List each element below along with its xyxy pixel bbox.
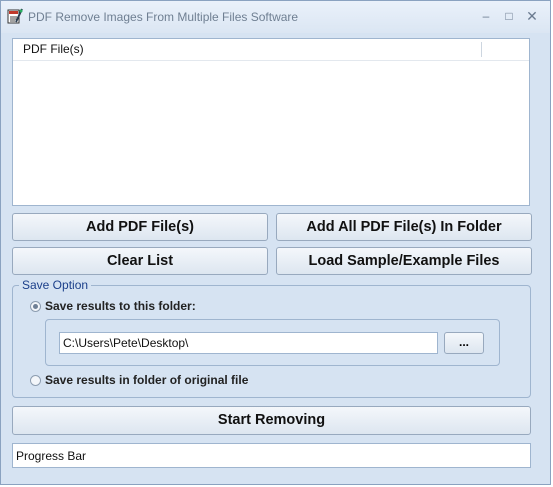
save-original-folder-radio[interactable] <box>30 375 41 386</box>
save-option-label: Save Option <box>19 278 92 292</box>
load-sample-button[interactable]: Load Sample/Example Files <box>276 247 532 275</box>
save-original-folder-label[interactable]: Save results in folder of original file <box>45 373 248 387</box>
title-bar[interactable]: PDF Remove Images From Multiple Files So… <box>1 1 550 33</box>
start-removing-button[interactable]: Start Removing <box>12 406 531 435</box>
add-all-folder-button[interactable]: Add All PDF File(s) In Folder <box>276 213 532 241</box>
progress-bar: Progress Bar <box>12 443 531 468</box>
column-separator[interactable] <box>481 42 482 57</box>
add-pdf-files-button[interactable]: Add PDF File(s) <box>12 213 268 241</box>
pdf-file-list[interactable]: PDF File(s) <box>12 38 530 206</box>
folder-path-input[interactable] <box>59 332 438 354</box>
progress-label: Progress Bar <box>16 449 87 463</box>
list-column-header[interactable]: PDF File(s) <box>13 39 529 61</box>
column-header-label: PDF File(s) <box>23 42 84 56</box>
maximize-button[interactable]: □ <box>498 7 520 25</box>
save-to-folder-label[interactable]: Save results to this folder: <box>45 299 196 313</box>
browse-folder-button[interactable]: ... <box>444 332 484 354</box>
pdf-edit-icon <box>7 8 23 24</box>
save-to-folder-radio[interactable] <box>30 301 41 312</box>
minimize-button[interactable]: – <box>475 7 497 25</box>
window-title: PDF Remove Images From Multiple Files So… <box>28 10 299 24</box>
clear-list-button[interactable]: Clear List <box>12 247 268 275</box>
close-button[interactable]: ✕ <box>521 7 543 25</box>
